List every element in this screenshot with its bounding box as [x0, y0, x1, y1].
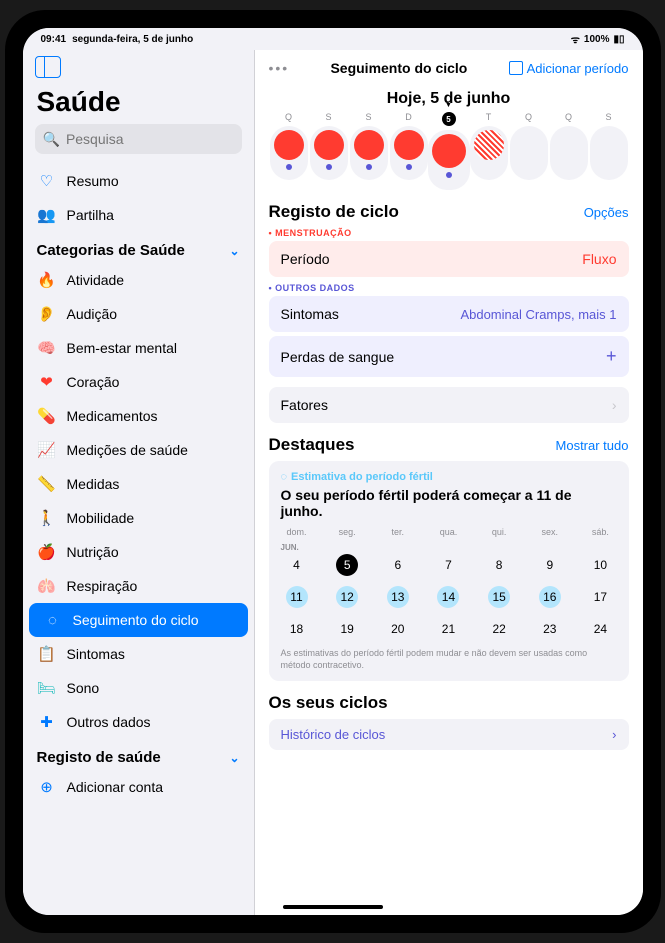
nav-measures[interactable]: 📏Medidas [23, 467, 254, 501]
nav-add-account[interactable]: ⊕Adicionar conta [23, 770, 254, 804]
more-icon[interactable]: ••• [269, 60, 290, 76]
home-indicator[interactable] [283, 905, 383, 909]
status-time: 09:41 [41, 34, 67, 45]
brain-icon: 🧠 [37, 338, 57, 358]
ruler-icon: 📏 [37, 474, 57, 494]
sidebar-toggle-icon[interactable] [35, 56, 61, 78]
lungs-icon: 🫁 [37, 576, 57, 596]
day-col[interactable]: T [469, 112, 509, 190]
clipboard-icon: 📋 [37, 644, 57, 664]
day-col[interactable]: S [349, 112, 389, 190]
nav-activity[interactable]: 🔥Atividade [23, 263, 254, 297]
add-circle-icon: ⊕ [37, 777, 57, 797]
fertile-icon: ◌ [281, 471, 288, 483]
nav-summary[interactable]: ♡Resumo [23, 164, 254, 198]
wifi-icon: ᯤ [571, 32, 580, 46]
day-col[interactable]: Q [549, 112, 589, 190]
fertile-window-card[interactable]: ◌Estimativa do período fértil O seu perí… [269, 461, 629, 681]
status-bar: 09:41 segunda-feira, 5 de junho ᯤ 100% ▮… [23, 28, 643, 50]
nav-sharing[interactable]: 👥Partilha [23, 198, 254, 232]
cycle-log-title: Registo de ciclo [269, 202, 399, 222]
day-col[interactable]: S [589, 112, 629, 190]
add-period-button[interactable]: Adicionar período [509, 61, 629, 76]
nav-respiratory[interactable]: 🫁Respiração [23, 569, 254, 603]
day-col[interactable]: Q [269, 112, 309, 190]
nav-other-data[interactable]: ✚Outros dados [23, 705, 254, 739]
your-cycles-title: Os seus ciclos [269, 693, 388, 713]
day-col-today[interactable]: 5 [429, 112, 469, 190]
highlights-title: Destaques [269, 435, 355, 455]
period-row[interactable]: PeríodoFluxo [269, 241, 629, 277]
cycle-history-row[interactable]: Histórico de ciclos› [269, 719, 629, 750]
app-title: Saúde [23, 78, 254, 124]
chevron-right-icon: › [612, 727, 616, 742]
plus-icon: ✚ [37, 712, 57, 732]
search-field[interactable]: 🔍 🎙 [35, 124, 242, 154]
status-date: segunda-feira, 5 de junho [72, 34, 193, 45]
battery-pct: 100% [584, 34, 610, 45]
people-icon: 👥 [37, 205, 57, 225]
nav-mental[interactable]: 🧠Bem-estar mental [23, 331, 254, 365]
nav-hearing[interactable]: 👂Audição [23, 297, 254, 331]
show-all-link[interactable]: Mostrar tudo [556, 438, 629, 453]
nav-medications[interactable]: 💊Medicamentos [23, 399, 254, 433]
main-content: ••• Seguimento do ciclo Adicionar períod… [255, 50, 643, 915]
factors-row[interactable]: Fatores› [269, 387, 629, 423]
day-col[interactable]: S [309, 112, 349, 190]
search-icon: 🔍 [43, 131, 60, 148]
calendar-icon [509, 61, 523, 75]
sidebar: Saúde 🔍 🎙 ♡Resumo 👥Partilha Categorias d… [23, 50, 255, 915]
week-strip[interactable]: Q S S D 5 T Q Q S [269, 112, 629, 190]
fertile-text: O seu período fértil poderá começar a 11… [281, 487, 617, 519]
nav-vitals[interactable]: 📈Medições de saúde [23, 433, 254, 467]
nav-nutrition[interactable]: 🍎Nutrição [23, 535, 254, 569]
nav-sleep[interactable]: 🛏Sono [23, 671, 254, 705]
nav-mobility[interactable]: 🚶Mobilidade [23, 501, 254, 535]
records-header[interactable]: Registo de saúde⌄ [23, 739, 254, 770]
nav-heart[interactable]: ❤Coração [23, 365, 254, 399]
bed-icon: 🛏 [37, 678, 57, 698]
vitals-icon: 📈 [37, 440, 57, 460]
pills-icon: 💊 [37, 406, 57, 426]
heart-outline-icon: ♡ [37, 171, 57, 191]
heart-icon: ❤ [37, 372, 57, 392]
walking-icon: 🚶 [37, 508, 57, 528]
symptoms-row[interactable]: SintomasAbdominal Cramps, mais 1 [269, 296, 629, 332]
other-data-label: OUTROS DADOS [269, 283, 629, 293]
chevron-right-icon: › [612, 397, 617, 413]
day-col[interactable]: Q [509, 112, 549, 190]
battery-icon: ▮▯ [613, 34, 624, 45]
nav-cycle-tracking[interactable]: ◌Seguimento do ciclo [29, 603, 248, 637]
page-title: Seguimento do ciclo [330, 60, 467, 76]
add-icon: + [606, 346, 617, 367]
chevron-down-icon: ⌄ [229, 751, 239, 765]
disclaimer-text: As estimativas do período fértil podem m… [281, 648, 617, 671]
flame-icon: 🔥 [37, 270, 57, 290]
categories-header[interactable]: Categorias de Saúde⌄ [23, 232, 254, 263]
day-col[interactable]: D [389, 112, 429, 190]
ear-icon: 👂 [37, 304, 57, 324]
menstruation-label: MENSTRUAÇÃO [269, 228, 629, 238]
cycle-icon: ◌ [43, 610, 63, 630]
chevron-down-icon: ⌄ [229, 244, 239, 258]
nav-symptoms[interactable]: 📋Sintomas [23, 637, 254, 671]
apple-icon: 🍎 [37, 542, 57, 562]
spotting-row[interactable]: Perdas de sangue+ [269, 336, 629, 377]
options-link[interactable]: Opções [584, 205, 629, 220]
search-input[interactable] [66, 131, 247, 147]
